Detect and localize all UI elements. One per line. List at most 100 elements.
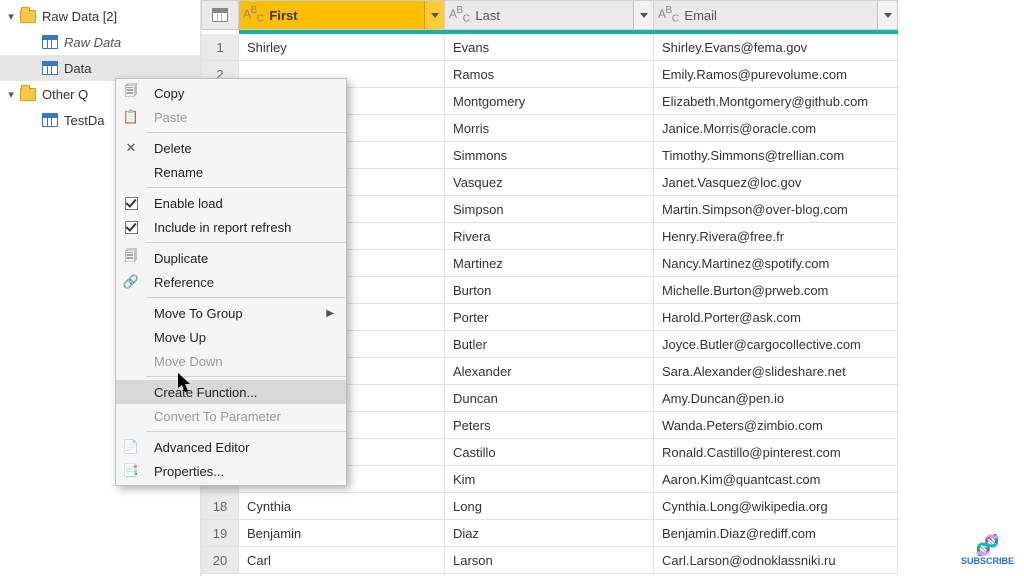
column-filter-button[interactable] [424,1,444,29]
ctx-include-refresh[interactable]: Include in report refresh [116,215,346,239]
app-root: ▾ Raw Data [2] Raw Data Data ▾ Other Q T… [0,0,1024,576]
ctx-enable-load[interactable]: Enable load [116,191,346,215]
tree-item-label: Data [62,61,91,76]
cell-email[interactable]: Carl.Larson@odnoklassniki.ru [654,547,898,574]
cell-email[interactable]: Wanda.Peters@zimbio.com [654,412,898,439]
cell-last[interactable]: Evans [445,34,654,61]
table-icon [42,61,58,75]
ctx-label: Rename [154,165,336,180]
ctx-properties[interactable]: 📑 Properties... [116,459,346,483]
cell-email[interactable]: Timothy.Simmons@trellian.com [654,142,898,169]
cell-last[interactable]: Rivera [445,223,654,250]
column-name: Email [684,8,717,23]
ctx-create-function[interactable]: Create Function... [116,380,346,404]
ctx-label: Include in report refresh [154,220,336,235]
row-number[interactable]: 19 [201,520,239,547]
tree-group-label: Other Q [40,87,88,102]
cell-last[interactable]: Simmons [445,142,654,169]
cell-email[interactable]: Emily.Ramos@purevolume.com [654,61,898,88]
column-header-last[interactable]: ABC Last [445,0,654,30]
ctx-label: Move To Group [154,306,318,321]
cell-email[interactable]: Ronald.Castillo@pinterest.com [654,439,898,466]
table-row[interactable]: 20CarlLarsonCarl.Larson@odnoklassniki.ru [201,547,1024,574]
type-text-icon: ABC [658,5,678,24]
cell-last[interactable]: Ramos [445,61,654,88]
separator [146,431,346,432]
cell-last[interactable]: Larson [445,547,654,574]
ctx-rename[interactable]: Rename [116,160,346,184]
cell-last[interactable]: Duncan [445,385,654,412]
type-text-icon: ABC [449,5,469,24]
ctx-convert-parameter[interactable]: Convert To Parameter [116,404,346,428]
cell-email[interactable]: Michelle.Burton@prweb.com [654,277,898,304]
cell-last[interactable]: Castillo [445,439,654,466]
cell-last[interactable]: Burton [445,277,654,304]
ctx-move-to-group[interactable]: Move To Group ▶ [116,301,346,325]
cell-email[interactable]: Sara.Alexander@slideshare.net [654,358,898,385]
ctx-label: Properties... [154,464,336,479]
table-row[interactable]: 19BenjaminDiazBenjamin.Diaz@rediff.com [201,520,1024,547]
table-row[interactable]: 18CynthiaLongCynthia.Long@wikipedia.org [201,493,1024,520]
cell-email[interactable]: Nancy.Martinez@spotify.com [654,250,898,277]
properties-icon: 📑 [116,463,146,479]
ctx-copy[interactable]: 🗐 Copy [116,81,346,105]
tree-group-raw-data[interactable]: ▾ Raw Data [2] [0,3,200,29]
ctx-duplicate[interactable]: 🗐 Duplicate [116,246,346,270]
cell-email[interactable]: Janice.Morris@oracle.com [654,115,898,142]
ctx-move-up[interactable]: Move Up [116,325,346,349]
cell-last[interactable]: Butler [445,331,654,358]
ctx-reference[interactable]: 🔗 Reference [116,270,346,294]
row-number[interactable]: 20 [201,547,239,574]
cell-last[interactable]: Alexander [445,358,654,385]
ctx-paste[interactable]: 📋 Paste [116,105,346,129]
cell-last[interactable]: Kim [445,466,654,493]
cell-email[interactable]: Aaron.Kim@quantcast.com [654,466,898,493]
tree-item-raw-data[interactable]: Raw Data [0,29,200,55]
cell-email[interactable]: Joyce.Butler@cargocollective.com [654,331,898,358]
table-icon [42,113,58,127]
table-row[interactable]: 1ShirleyEvansShirley.Evans@fema.gov [201,34,1024,61]
column-filter-button[interactable] [877,1,897,29]
tree-item-label: TestDa [62,113,104,128]
row-number[interactable]: 1 [201,34,239,61]
ctx-move-down[interactable]: Move Down [116,349,346,373]
cell-email[interactable]: Benjamin.Diaz@rediff.com [654,520,898,547]
cell-last[interactable]: Morris [445,115,654,142]
cell-first[interactable]: Benjamin [239,520,445,547]
cell-email[interactable]: Amy.Duncan@pen.io [654,385,898,412]
caret-down-icon: ▾ [6,10,16,23]
cell-email[interactable]: Harold.Porter@ask.com [654,304,898,331]
column-header-email[interactable]: ABC Email [654,0,898,30]
cell-last[interactable]: Martinez [445,250,654,277]
cell-email[interactable]: Elizabeth.Montgomery@github.com [654,88,898,115]
cell-email[interactable]: Janet.Vasquez@loc.gov [654,169,898,196]
context-menu: 🗐 Copy 📋 Paste ✕ Delete Rename Enable lo… [115,78,347,486]
cell-email[interactable]: Martin.Simpson@over-blog.com [654,196,898,223]
cell-last[interactable]: Peters [445,412,654,439]
ctx-label: Copy [154,86,336,101]
cell-last[interactable]: Diaz [445,520,654,547]
cell-first[interactable]: Cynthia [239,493,445,520]
cell-last[interactable]: Porter [445,304,654,331]
cell-last[interactable]: Montgomery [445,88,654,115]
cell-last[interactable]: Simpson [445,196,654,223]
row-number[interactable]: 18 [201,493,239,520]
ctx-delete[interactable]: ✕ Delete [116,136,346,160]
cell-email[interactable]: Henry.Rivera@free.fr [654,223,898,250]
ctx-advanced-editor[interactable]: 📄 Advanced Editor [116,435,346,459]
tree-item-label: Raw Data [62,35,121,50]
subscribe-watermark: 🧬 SUBSCRIBE [961,536,1014,566]
cell-last[interactable]: Vasquez [445,169,654,196]
delete-icon: ✕ [116,140,146,156]
column-header-row: ABC First ABC Last ABC Email [201,0,1024,30]
cell-email[interactable]: Cynthia.Long@wikipedia.org [654,493,898,520]
cell-first[interactable]: Carl [239,547,445,574]
column-filter-button[interactable] [633,1,653,29]
cell-email[interactable]: Shirley.Evans@fema.gov [654,34,898,61]
cell-last[interactable]: Long [445,493,654,520]
select-all-corner[interactable] [201,0,239,30]
separator [146,187,346,188]
cell-first[interactable]: Shirley [239,34,445,61]
ctx-label: Paste [154,110,336,125]
column-header-first[interactable]: ABC First [239,0,445,30]
